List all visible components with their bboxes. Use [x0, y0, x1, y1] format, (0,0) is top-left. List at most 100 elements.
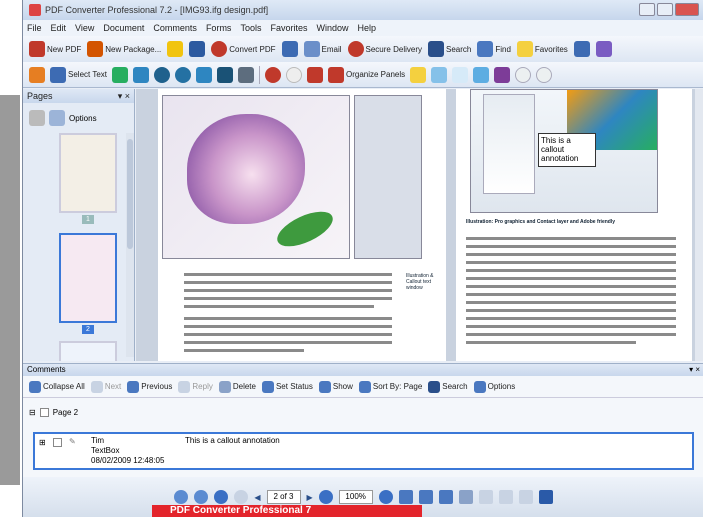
screenshot-frame: PDF Converter Professional 7.2 - [IMG93.…: [0, 0, 703, 517]
menu-document[interactable]: Document: [103, 23, 144, 33]
delete-button[interactable]: Delete: [218, 380, 256, 393]
panel-close-icon[interactable]: ▾ ×: [118, 89, 130, 103]
scrollbar-thumb[interactable]: [127, 139, 133, 249]
next-button[interactable]: Next: [90, 380, 121, 393]
circle-icon[interactable]: [285, 66, 302, 83]
crop-icon[interactable]: [195, 66, 212, 83]
continuous-view-icon[interactable]: [418, 490, 433, 504]
set-status-button[interactable]: Set Status: [261, 380, 313, 393]
info-icon[interactable]: [515, 66, 532, 83]
sort-by-button[interactable]: Sort By: Page: [358, 380, 422, 393]
menu-favorites[interactable]: Favorites: [270, 23, 307, 33]
comments-close-icon[interactable]: ▾ ×: [689, 364, 700, 376]
document-scrollbar[interactable]: [695, 89, 703, 361]
menu-file[interactable]: File: [27, 23, 42, 33]
previous-page-icon[interactable]: [234, 490, 249, 504]
hand-tool-icon[interactable]: [410, 66, 427, 83]
thumbnails-scrollbar[interactable]: [126, 133, 134, 357]
hand-icon[interactable]: [29, 66, 45, 83]
comments-options-button[interactable]: Options: [473, 380, 515, 393]
find-button[interactable]: Find: [477, 41, 511, 57]
previous-button[interactable]: Previous: [127, 380, 172, 393]
favorites-button[interactable]: Favorites: [516, 41, 568, 57]
text-line: [184, 297, 392, 300]
callout-annotation[interactable]: This is a callout annotation: [538, 133, 596, 167]
comment-item[interactable]: ⊞ ✎ Tim TextBox 08/02/2009 12:48:05 This…: [33, 432, 694, 470]
tools-icon[interactable]: [573, 41, 590, 57]
collapse-all-button[interactable]: Collapse All: [29, 380, 85, 393]
stop-icon[interactable]: [264, 66, 281, 83]
pan-tool-icon[interactable]: [518, 490, 533, 504]
back-icon[interactable]: [174, 490, 189, 504]
page-thumbnail-selected[interactable]: [59, 233, 117, 323]
select-text-button[interactable]: Select Text: [50, 66, 107, 83]
forward-icon[interactable]: [194, 490, 209, 504]
save-icon[interactable]: [189, 41, 206, 57]
options-icon[interactable]: [49, 110, 65, 126]
text-line: [466, 333, 676, 336]
menu-view[interactable]: View: [75, 23, 94, 33]
panels-icon[interactable]: [306, 66, 323, 83]
menu-help[interactable]: Help: [357, 23, 376, 33]
next-arrow-icon[interactable]: ▶: [307, 493, 313, 502]
comment-expand-icon[interactable]: ⊞: [39, 438, 46, 447]
secure-delivery-button[interactable]: Secure Delivery: [347, 41, 422, 57]
eye-icon[interactable]: [174, 66, 191, 83]
menu-window[interactable]: Window: [316, 23, 348, 33]
email-button[interactable]: Email: [303, 41, 342, 57]
pages-options-button[interactable]: Options: [69, 114, 97, 123]
new-package-button[interactable]: New Package...: [87, 41, 161, 57]
zoom-out-icon[interactable]: [318, 490, 333, 504]
comment-page-group[interactable]: ⊟ Page 2: [23, 404, 703, 420]
fit-width-icon[interactable]: [478, 490, 493, 504]
image-icon[interactable]: [111, 66, 128, 83]
zoom-icon[interactable]: [431, 66, 448, 83]
single-page-view-icon[interactable]: [398, 490, 413, 504]
page-number-input[interactable]: 2 of 3: [266, 490, 301, 504]
collapse-toggle-icon[interactable]: ⊟: [29, 408, 36, 417]
zoom-input[interactable]: 100%: [338, 490, 373, 504]
new-pdf-button[interactable]: New PDF: [29, 41, 81, 57]
close-button[interactable]: [675, 3, 699, 16]
rotate-icon[interactable]: [153, 66, 170, 83]
text-line: [184, 289, 392, 292]
maximize-button[interactable]: [657, 3, 673, 16]
zoom-in-icon[interactable]: [378, 490, 393, 504]
comments-panel-title: Comments: [27, 365, 66, 374]
highlight-icon[interactable]: [494, 66, 511, 83]
measure-icon[interactable]: [237, 66, 254, 83]
facing-view-icon[interactable]: [438, 490, 453, 504]
trash-icon[interactable]: [29, 110, 45, 126]
reply-button[interactable]: Reply: [178, 380, 213, 393]
fullscreen-icon[interactable]: [538, 490, 553, 504]
page-thumbnail[interactable]: [59, 341, 117, 361]
snapshot-icon[interactable]: [132, 66, 149, 83]
search-button[interactable]: Search: [427, 41, 471, 57]
open-folder-icon[interactable]: [167, 41, 184, 57]
help-icon[interactable]: [536, 66, 553, 83]
first-page-icon[interactable]: [214, 490, 229, 504]
convert-pdf-button[interactable]: Convert PDF: [211, 41, 276, 57]
comment-checkbox[interactable]: [53, 438, 62, 447]
new-package-label: New Package...: [105, 44, 162, 54]
pen-icon[interactable]: [595, 41, 612, 57]
organize-panels-button[interactable]: Organize Panels: [327, 66, 405, 83]
menu-edit[interactable]: Edit: [51, 23, 67, 33]
comments-search-button[interactable]: Search: [428, 380, 468, 393]
page-thumbnail[interactable]: [59, 133, 117, 213]
show-button[interactable]: Show: [318, 380, 353, 393]
minimize-button[interactable]: [639, 3, 655, 16]
form-icon[interactable]: [216, 66, 233, 83]
menu-forms[interactable]: Forms: [206, 23, 232, 33]
print-icon[interactable]: [281, 41, 298, 57]
previous-arrow-icon[interactable]: ◀: [254, 493, 260, 502]
document-view: Illustration & Callout text window This …: [136, 89, 703, 361]
zoom-tool-icon[interactable]: [498, 490, 513, 504]
pencil-icon[interactable]: [452, 66, 469, 83]
arrow-icon[interactable]: [473, 66, 490, 83]
thumbnail-number: 2: [82, 325, 94, 334]
menu-comments[interactable]: Comments: [153, 23, 197, 33]
checkbox[interactable]: [39, 407, 49, 417]
fit-page-icon[interactable]: [458, 490, 473, 504]
menu-tools[interactable]: Tools: [240, 23, 261, 33]
